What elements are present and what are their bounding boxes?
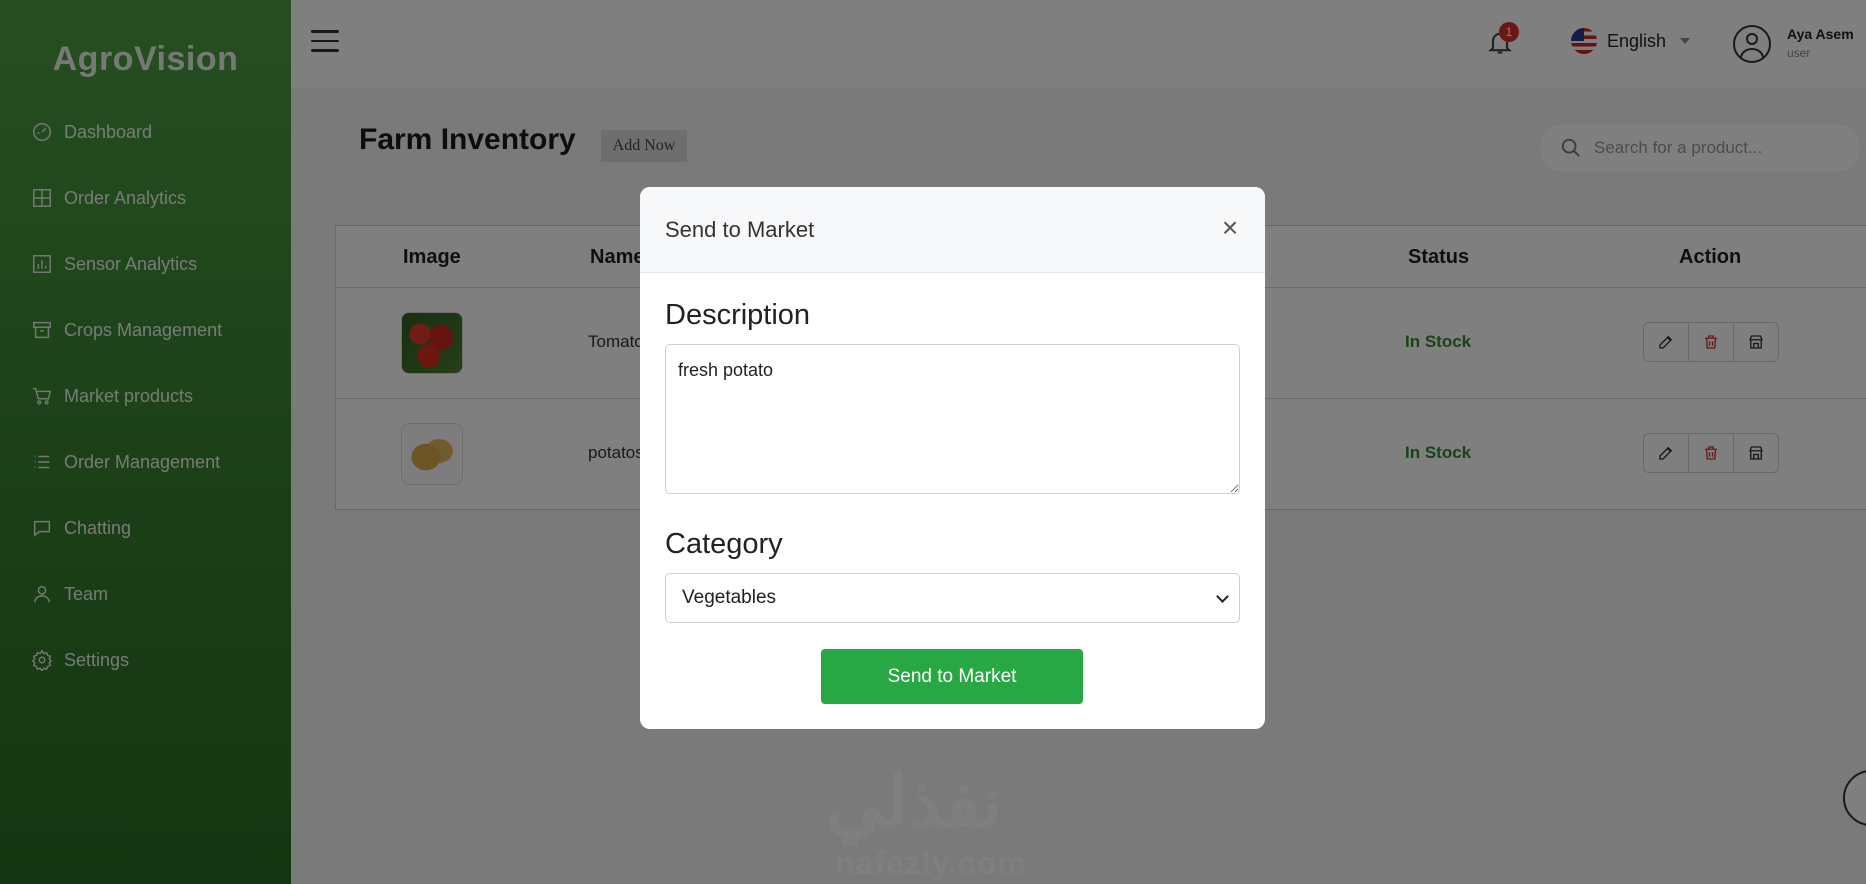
send-to-market-submit-button[interactable]: Send to Market [821, 649, 1083, 704]
send-to-market-modal: Send to Market × Description fresh potat… [640, 187, 1265, 729]
description-textarea[interactable]: fresh potato [665, 344, 1240, 494]
modal-header: Send to Market × [640, 187, 1265, 273]
close-icon[interactable]: × [1215, 213, 1245, 243]
chevron-down-icon [1216, 590, 1229, 603]
modal-title: Send to Market [665, 217, 815, 242]
category-selected-value: Vegetables [682, 587, 777, 608]
category-select[interactable]: Vegetables [665, 573, 1240, 623]
description-label: Description [665, 299, 811, 331]
category-label: Category [665, 528, 783, 560]
